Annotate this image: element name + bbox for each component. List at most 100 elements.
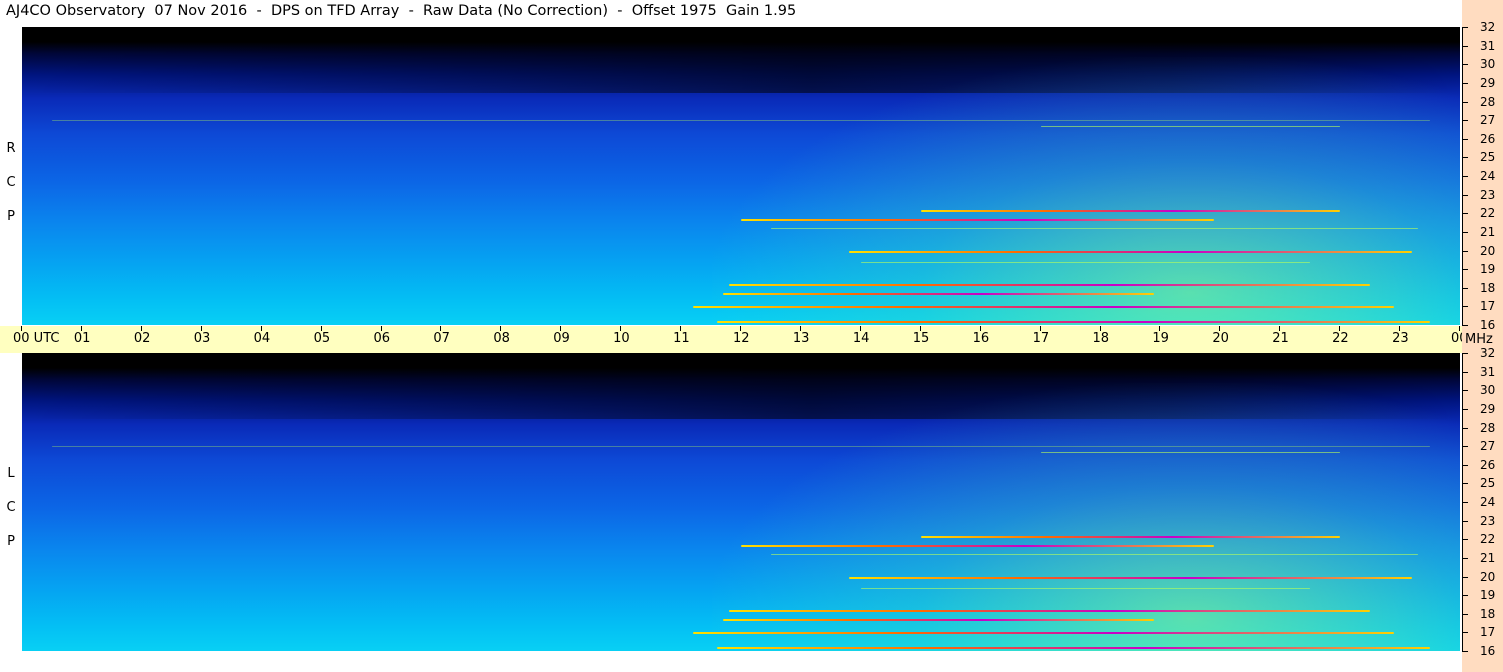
freq-tick-label: 23 [1480, 187, 1496, 202]
freq-tick-label: 18 [1480, 280, 1496, 295]
freq-tick-label: 24 [1480, 495, 1496, 509]
faint-emission-line [1040, 125, 1341, 127]
faint-emission-line [51, 120, 1431, 122]
freq-tick [1462, 576, 1468, 578]
freq-tick [1462, 632, 1468, 634]
freq-tick-label: 16 [1480, 318, 1496, 332]
rfi-line [717, 321, 1431, 324]
faint-emission-line [770, 228, 1419, 230]
pol-letter: P [7, 209, 15, 224]
freq-tick [1462, 613, 1468, 615]
time-tick-label: 13 [792, 331, 810, 346]
time-tick-label: 11 [673, 331, 690, 346]
freq-tick [1462, 427, 1468, 429]
freq-tick-label: 25 [1480, 150, 1496, 165]
time-tick-label: 04 [253, 331, 271, 346]
faint-emission-line [860, 261, 1311, 263]
freq-tick-label: 21 [1480, 224, 1496, 239]
freq-tick-label: 32 [1480, 346, 1496, 360]
rfi-line [920, 535, 1341, 538]
freq-tick [1462, 194, 1468, 196]
freq-tick-label: 19 [1480, 262, 1496, 277]
faint-emission-line [860, 587, 1311, 589]
freq-tick [1462, 120, 1468, 122]
lcp-spectrogram [22, 353, 1460, 651]
time-tick-label: 06 [373, 331, 391, 346]
rfi-line [729, 284, 1371, 287]
freq-tick [1462, 651, 1468, 652]
freq-tick [1462, 306, 1468, 308]
time-tick-label: 15 [912, 331, 930, 346]
freq-tick-label: 16 [1480, 644, 1496, 658]
time-tick-label: 19 [1152, 331, 1169, 346]
pol-letter: L [7, 466, 15, 481]
freq-tick-label: 23 [1480, 513, 1496, 528]
freq-tick [1462, 176, 1468, 177]
freq-tick-label: 17 [1480, 625, 1496, 640]
pol-letter: P [7, 534, 15, 549]
time-tick-label: 02 [133, 331, 151, 346]
freq-tick [1462, 502, 1468, 503]
freq-tick-label: 28 [1480, 94, 1496, 109]
freq-tick-label: 27 [1480, 113, 1496, 128]
freq-tick-label: 18 [1480, 606, 1496, 621]
faint-emission-line [1040, 451, 1341, 453]
freq-tick [1462, 483, 1468, 485]
rfi-line [741, 218, 1215, 221]
rfi-line [729, 610, 1371, 613]
freq-tick [1462, 27, 1468, 28]
time-axis: 00 UTC 01 02 03 04 05 06 07 08 09 10 11 12 13 14 15 16 17… [0, 326, 1468, 353]
pol-letter: C [6, 500, 16, 515]
freq-tick-label: 30 [1480, 383, 1496, 398]
time-tick-label: 22 [1332, 331, 1349, 346]
freq-tick-label: 31 [1480, 364, 1496, 379]
freq-tick-label: 22 [1480, 532, 1496, 547]
time-tick-label: 00 UTC [13, 331, 60, 346]
pol-letter: C [6, 175, 16, 190]
freq-tick-label: 17 [1480, 299, 1496, 314]
freq-tick-label: 22 [1480, 206, 1496, 221]
freq-tick [1462, 390, 1468, 392]
time-tick-label: 17 [1032, 331, 1050, 346]
freq-tick [1462, 213, 1468, 215]
freq-tick [1462, 250, 1468, 252]
freq-tick-label: 29 [1480, 75, 1496, 90]
freq-tick [1462, 371, 1468, 373]
time-tick-label: 20 [1212, 331, 1229, 346]
time-tick-label: 21 [1272, 331, 1289, 346]
freq-tick-label: 20 [1480, 243, 1496, 258]
rfi-line [717, 647, 1431, 650]
faint-emission-line [51, 446, 1431, 448]
freq-tick [1462, 101, 1468, 103]
time-tick-label: 14 [852, 331, 870, 346]
freq-tick-label: 27 [1480, 439, 1496, 454]
freq-tick [1462, 595, 1468, 597]
freq-tick-label: 32 [1480, 20, 1496, 34]
freq-tick [1462, 45, 1468, 47]
freq-tick [1462, 539, 1468, 541]
rfi-line [848, 250, 1413, 253]
freq-tick-label: 30 [1480, 57, 1496, 72]
time-tick-label: 07 [433, 331, 450, 346]
freq-tick [1462, 325, 1468, 326]
freq-tick-label: 25 [1480, 476, 1496, 491]
freq-tick-label: 24 [1480, 169, 1496, 183]
freq-tick [1462, 464, 1468, 466]
freq-tick [1462, 269, 1468, 271]
freq-tick [1462, 520, 1468, 522]
freq-tick-label: 28 [1480, 420, 1496, 435]
freq-tick [1462, 64, 1468, 66]
rcp-spectrogram [22, 27, 1460, 325]
rfi-line [741, 544, 1215, 547]
freq-tick [1462, 157, 1468, 159]
time-tick-label: 01 [73, 331, 91, 346]
freq-tick [1462, 446, 1468, 448]
freq-tick-label: 31 [1480, 38, 1496, 53]
time-tick-label: 10 [613, 331, 630, 346]
time-tick-label: 08 [493, 331, 510, 346]
freq-tick-label: 21 [1480, 550, 1496, 565]
freq-tick [1462, 557, 1468, 559]
freq-tick [1462, 138, 1468, 140]
freq-tick-label: 20 [1480, 569, 1496, 584]
freq-tick-label: 26 [1480, 457, 1496, 472]
